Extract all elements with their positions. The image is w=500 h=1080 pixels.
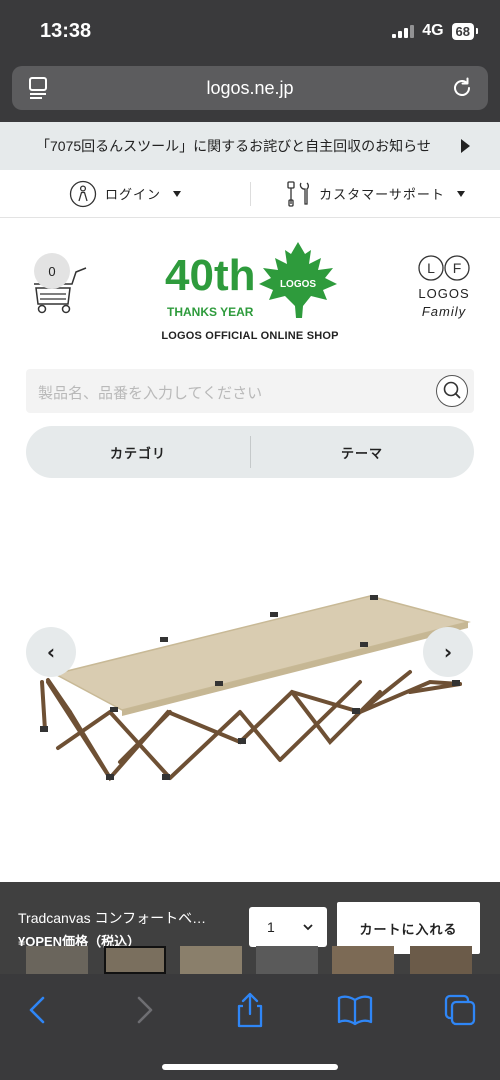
theme-tab[interactable]: テーマ: [250, 426, 474, 478]
chevron-down-icon: [303, 924, 313, 931]
logos-family-logo[interactable]: L F LOGOS Family: [414, 254, 474, 326]
signal-icon: [392, 24, 415, 38]
share-icon[interactable]: [230, 990, 270, 1030]
logo-40th-text: 40th: [165, 251, 255, 300]
chevron-down-icon: [173, 190, 181, 197]
family-logo-line2: Family: [421, 304, 467, 319]
account-nav: ログイン カスタマーサポート: [0, 170, 500, 218]
home-indicator: [162, 1064, 338, 1070]
shop-name: LOGOS OFFICIAL ONLINE SHOP: [161, 330, 339, 342]
bookmarks-icon[interactable]: [335, 990, 375, 1030]
browser-toolbar: [0, 974, 500, 1080]
customer-support-button[interactable]: カスタマーサポート: [250, 170, 500, 217]
family-logo-line1: LOGOS: [418, 286, 470, 301]
product-thumbnail[interactable]: [104, 946, 166, 974]
battery-icon: 68: [451, 22, 479, 40]
status-indicators: 4G 68: [392, 22, 479, 40]
family-logo-l: L: [427, 260, 435, 276]
search-input[interactable]: 製品名、品番を入力してください: [26, 369, 474, 413]
product-thumbnail[interactable]: [26, 946, 88, 974]
cart-count: 0: [48, 263, 56, 279]
product-title: Tradcanvas コンフォートベ…: [18, 910, 207, 926]
product-image-cot[interactable]: [30, 592, 480, 792]
play-arrow-icon: [461, 139, 470, 153]
product-thumbnail[interactable]: [180, 946, 242, 974]
tools-icon: [287, 180, 310, 207]
address-bar[interactable]: logos.ne.jp: [12, 66, 488, 110]
chevron-left-icon: ‹: [46, 640, 56, 664]
status-bar: 13:38 4G 68: [0, 0, 500, 60]
recall-notice-text[interactable]: 「7075回るんスツール」に関するお詫びと自主回収のお知らせ: [36, 136, 431, 156]
product-thumbnail[interactable]: [332, 946, 394, 974]
logo-thanks-text: THANKS YEAR: [167, 305, 254, 319]
theme-label: テーマ: [340, 445, 383, 461]
carousel-next-button[interactable]: ›: [423, 627, 473, 677]
category-theme-bar: カテゴリ テーマ: [26, 426, 474, 478]
search-button[interactable]: [436, 375, 468, 407]
reload-icon[interactable]: [450, 76, 474, 100]
logos-40th-logo[interactable]: 40th THANKS YEAR LOGOS: [165, 238, 345, 322]
search-placeholder: 製品名、品番を入力してください: [38, 385, 263, 402]
product-thumbnail[interactable]: [256, 946, 318, 974]
category-label: カテゴリ: [109, 445, 166, 461]
tabs-icon[interactable]: [440, 990, 480, 1030]
login-button[interactable]: ログイン: [0, 170, 250, 217]
quantity-select[interactable]: 1: [249, 907, 327, 947]
support-label: カスタマーサポート: [319, 187, 445, 202]
forward-icon[interactable]: [124, 990, 164, 1030]
carousel-prev-button[interactable]: ‹: [26, 627, 76, 677]
purchase-bar: Tradcanvas コンフォートベ… ¥OPEN価格（税込） 1 カートに入れ…: [0, 882, 500, 974]
login-label: ログイン: [104, 187, 161, 202]
thumbnail-strip: [0, 946, 500, 974]
chevron-down-icon: [456, 190, 465, 197]
search-icon: [443, 381, 461, 399]
family-logo-f: F: [453, 260, 462, 276]
cart-count-badge[interactable]: 0: [34, 253, 70, 289]
status-time: 13:38: [40, 20, 92, 42]
site-header: 0 40th THANKS YEAR LOGOS LOGOS OFFICIAL …: [0, 218, 500, 368]
recall-notice-banner[interactable]: 「7075回るんスツール」に関するお詫びと自主回収のお知らせ: [0, 122, 500, 170]
web-page: 「7075回るんスツール」に関するお詫びと自主回収のお知らせ ログイン カスタマ…: [0, 122, 500, 882]
quantity-value: 1: [267, 919, 275, 935]
url-text[interactable]: logos.ne.jp: [12, 78, 488, 99]
product-thumbnail[interactable]: [410, 946, 472, 974]
logo-brand-text: LOGOS: [280, 279, 316, 290]
add-to-cart-label: カートに入れる: [359, 921, 458, 937]
chevron-right-icon: ›: [443, 640, 453, 664]
category-tab[interactable]: カテゴリ: [26, 426, 250, 478]
user-icon: [69, 180, 97, 207]
back-icon[interactable]: [18, 990, 58, 1030]
network-type: 4G: [422, 22, 444, 39]
infinity-logo-icon: L F: [418, 255, 470, 281]
battery-level: 68: [455, 23, 470, 39]
